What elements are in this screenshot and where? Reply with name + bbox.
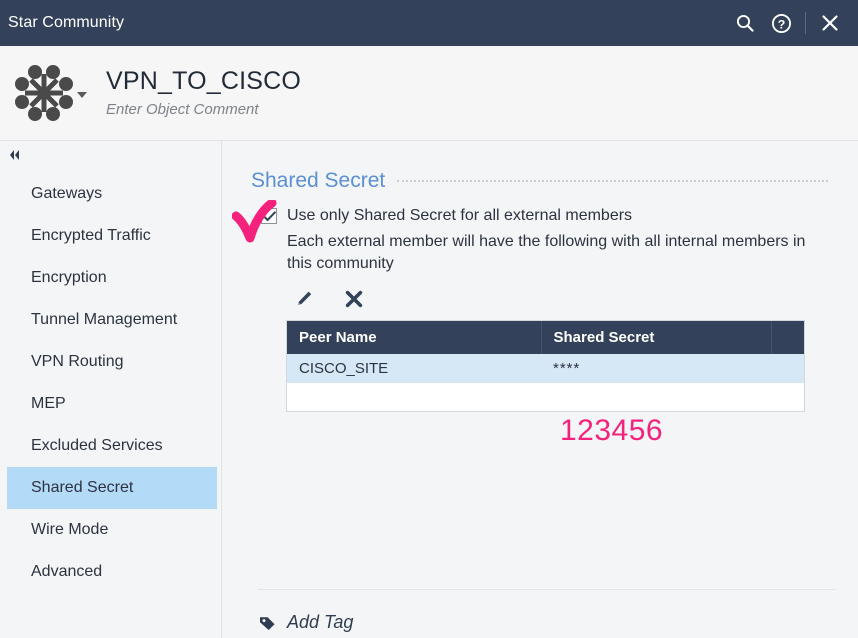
object-header: VPN_TO_CISCO Enter Object Comment <box>0 46 858 141</box>
page-title: VPN_TO_CISCO <box>106 66 302 95</box>
sidebar-item-shared-secret[interactable]: Shared Secret <box>7 467 217 509</box>
helper-text: Each external member will have the follo… <box>287 233 806 272</box>
sidebar-item-label: Gateways <box>31 185 103 202</box>
shared-secret-table: Peer Name Shared Secret CISCO_SITE **** <box>286 320 805 413</box>
column-header-spacer[interactable] <box>771 321 804 355</box>
section-dotted-rule <box>397 180 828 182</box>
sidebar: Gateways Encrypted Traffic Encryption Tu… <box>0 141 222 638</box>
cell-spacer <box>771 354 804 384</box>
use-only-shared-secret-checkbox[interactable] <box>261 208 277 224</box>
object-icon-dropdown-caret[interactable] <box>77 92 87 98</box>
title-bar: Star Community ? <box>0 0 858 46</box>
double-chevron-left-icon <box>10 150 19 160</box>
search-icon <box>736 14 754 32</box>
column-header-shared-secret[interactable]: Shared Secret <box>541 321 772 355</box>
table-toolbar <box>293 288 858 310</box>
cell-empty <box>287 383 541 412</box>
sidebar-item-label: Encrypted Traffic <box>31 227 151 244</box>
sidebar-item-label: MEP <box>31 395 66 412</box>
object-icon-wrap <box>0 62 96 124</box>
delete-button[interactable] <box>343 288 365 310</box>
object-comment-field[interactable]: Enter Object Comment <box>106 101 301 118</box>
checkmark-icon <box>262 210 276 221</box>
window-title: Star Community <box>8 14 125 31</box>
sidebar-item-label: Wire Mode <box>31 521 109 538</box>
table-header-row: Peer Name Shared Secret <box>287 321 804 355</box>
table-header: Peer Name Shared Secret <box>287 321 804 355</box>
sidebar-item-excluded-services[interactable]: Excluded Services <box>7 425 217 467</box>
section-header: Shared Secret <box>223 141 858 193</box>
star-community-topology-icon <box>15 65 73 121</box>
help-button[interactable]: ? <box>763 0 799 46</box>
sidebar-nav-list: Gateways Encrypted Traffic Encryption Tu… <box>0 173 221 593</box>
table-row[interactable]: CISCO_SITE **** <box>287 354 804 384</box>
cell-empty <box>541 383 771 412</box>
sidebar-item-label: Tunnel Management <box>31 311 178 328</box>
object-header-texts: VPN_TO_CISCO Enter Object Comment <box>106 66 302 118</box>
use-only-shared-secret-label: Use only Shared Secret for all external … <box>287 207 633 224</box>
sidebar-collapse-button[interactable] <box>0 141 221 169</box>
sidebar-item-label: Excluded Services <box>31 437 163 454</box>
close-button[interactable] <box>812 0 848 46</box>
help-icon: ? <box>771 13 791 33</box>
content-pane: Shared Secret Use only Shared Secret for… <box>223 141 858 638</box>
search-button[interactable] <box>727 0 763 46</box>
sidebar-item-label: VPN Routing <box>31 353 124 370</box>
svg-text:?: ? <box>777 17 785 31</box>
footer-divider <box>258 589 836 590</box>
add-tag-label: Add Tag <box>287 612 354 632</box>
sidebar-item-gateways[interactable]: Gateways <box>7 173 217 215</box>
add-tag-button[interactable]: Add Tag <box>258 612 353 633</box>
table-empty-area <box>287 383 804 412</box>
application-window: Star Community ? VPN_TO_CISCO Enter Obje… <box>0 0 858 638</box>
table-body: CISCO_SITE **** <box>287 354 804 412</box>
sidebar-item-tunnel-management[interactable]: Tunnel Management <box>7 299 217 341</box>
sidebar-item-label: Encryption <box>31 269 107 286</box>
title-bar-actions: ? <box>727 0 858 46</box>
cell-peer-name: CISCO_SITE <box>287 354 541 384</box>
close-icon <box>822 15 838 31</box>
edit-button[interactable] <box>293 288 315 310</box>
delete-x-icon <box>345 290 363 308</box>
sidebar-item-encrypted-traffic[interactable]: Encrypted Traffic <box>7 215 217 257</box>
sidebar-item-vpn-routing[interactable]: VPN Routing <box>7 341 217 383</box>
column-header-peer-name[interactable]: Peer Name <box>287 321 542 355</box>
edit-pencil-icon <box>298 291 312 306</box>
shared-secret-grid: Peer Name Shared Secret CISCO_SITE **** <box>287 321 804 412</box>
cell-empty <box>771 383 804 412</box>
title-bar-separator <box>805 12 806 34</box>
sidebar-item-label: Shared Secret <box>31 479 134 496</box>
sidebar-item-label: Advanced <box>31 563 103 580</box>
section-title: Shared Secret <box>251 169 386 192</box>
use-only-shared-secret-row[interactable]: Use only Shared Secret for all external … <box>261 207 858 225</box>
sidebar-item-mep[interactable]: MEP <box>7 383 217 425</box>
sidebar-item-advanced[interactable]: Advanced <box>7 551 217 593</box>
sidebar-item-wire-mode[interactable]: Wire Mode <box>7 509 217 551</box>
sidebar-item-encryption[interactable]: Encryption <box>7 257 217 299</box>
tag-icon <box>260 617 275 630</box>
cell-shared-secret: **** <box>541 354 771 384</box>
